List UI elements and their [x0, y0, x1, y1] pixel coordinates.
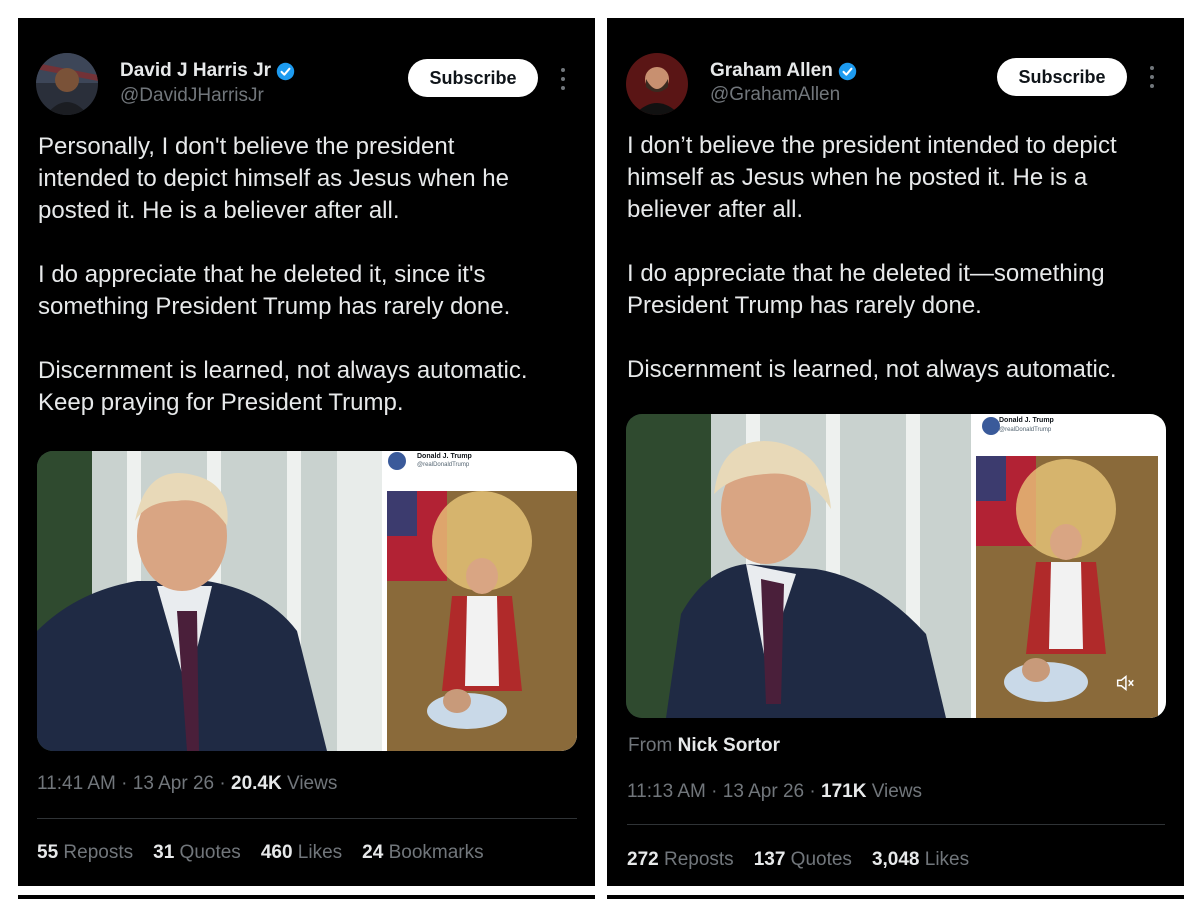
likes-stat[interactable]: 3,048 Likes: [872, 849, 969, 871]
tweet-metadata: 11:13 AM · 13 Apr 26 · 171K Views: [627, 781, 923, 802]
tweet-line: Discernment is learned, not always autom…: [38, 357, 528, 384]
views-label: Views: [286, 773, 338, 794]
media-attribution: From Nick Sortor: [628, 735, 780, 757]
more-options-icon[interactable]: [559, 68, 567, 90]
likes-label: Likes: [924, 849, 970, 870]
engagement-stats: 55 Reposts 31 Quotes 460 Likes 24 Bookma…: [37, 842, 484, 864]
display-name-text: David J Harris Jr: [120, 60, 272, 81]
tweet-line: [627, 226, 1117, 258]
tweet-line: posted it. He is a believer after all.: [38, 197, 400, 224]
tweet-body: I don’t believe the president intended t…: [627, 130, 1117, 386]
tweet-line: President Trump has rarely done.: [627, 292, 982, 319]
subscribe-button[interactable]: Subscribe: [997, 58, 1127, 96]
reposts-label: Reposts: [663, 849, 734, 870]
tweet-time[interactable]: 11:41 AM: [37, 773, 116, 794]
reposts-stat[interactable]: 272 Reposts: [627, 849, 734, 871]
tweet-line: himself as Jesus when he posted it. He i…: [627, 164, 1088, 191]
likes-count: 460: [260, 842, 293, 863]
tweet-line: Personally, I don't believe the presiden…: [38, 133, 455, 160]
tweet-body: Personally, I don't believe the presiden…: [38, 131, 528, 419]
tweet-line: [38, 323, 528, 355]
reposts-stat[interactable]: 55 Reposts: [37, 842, 133, 864]
user-handle[interactable]: @GrahamAllen: [710, 84, 840, 106]
engagement-stats: 272 Reposts 137 Quotes 3,048 Likes: [627, 849, 969, 871]
video-media[interactable]: Donald J. Trump @realDonaldTrump: [37, 451, 577, 751]
video-media[interactable]: Donald J. Trump @realDonaldTrump: [626, 414, 1166, 718]
likes-stat[interactable]: 460 Likes: [261, 842, 342, 864]
tweet-line: something President Trump has rarely don…: [38, 293, 511, 320]
from-name[interactable]: Nick Sortor: [678, 735, 780, 756]
verified-badge-icon: [838, 62, 857, 80]
more-options-icon[interactable]: [1148, 66, 1156, 88]
views-count: 20.4K: [231, 773, 282, 794]
views-label: Views: [871, 781, 923, 802]
tweet-time[interactable]: 11:13 AM: [627, 781, 706, 802]
subscribe-button[interactable]: Subscribe: [408, 59, 538, 97]
tweet-line: believer after all.: [627, 196, 804, 223]
tweet-metadata: 11:41 AM · 13 Apr 26 · 20.4K Views: [37, 773, 338, 794]
tweet-line: I do appreciate that he deleted it—somet…: [627, 260, 1105, 287]
quotes-stat[interactable]: 31 Quotes: [153, 842, 241, 864]
tweet-date[interactable]: 13 Apr 26: [723, 781, 804, 802]
divider: [37, 818, 577, 819]
tweet-card-right: Graham Allen @GrahamAllen Subscribe I do…: [607, 18, 1184, 886]
views-count: 171K: [821, 781, 867, 802]
display-name-text: Graham Allen: [710, 60, 833, 81]
mute-icon[interactable]: [1114, 672, 1136, 694]
display-name[interactable]: Graham Allen: [710, 60, 857, 82]
bookmarks-label: Bookmarks: [388, 842, 484, 863]
avatar[interactable]: [626, 53, 688, 115]
embedded-post-handle: @realDonaldTrump: [999, 427, 1052, 433]
embedded-post-name: Donald J. Trump: [417, 453, 472, 460]
tweet-line: intended to depict himself as Jesus when…: [38, 165, 509, 192]
avatar[interactable]: [36, 53, 98, 115]
divider: [18, 895, 595, 899]
tweet-line: Discernment is learned, not always autom…: [627, 356, 1117, 383]
verified-badge-icon: [276, 62, 295, 80]
tweet-line: I don’t believe the president intended t…: [627, 132, 1117, 159]
quotes-label: Quotes: [790, 849, 852, 870]
quotes-stat[interactable]: 137 Quotes: [754, 849, 852, 871]
reposts-label: Reposts: [63, 842, 134, 863]
tweet-line: [38, 227, 528, 259]
likes-label: Likes: [297, 842, 343, 863]
embedded-post-handle: @realDonaldTrump: [417, 462, 470, 468]
quotes-count: 137: [753, 849, 786, 870]
tweet-line: I do appreciate that he deleted it, sinc…: [38, 261, 486, 288]
bookmarks-count: 24: [362, 842, 384, 863]
tweet-line: Keep praying for President Trump.: [38, 389, 404, 416]
user-handle[interactable]: @DavidJHarrisJr: [120, 85, 264, 107]
display-name[interactable]: David J Harris Jr: [120, 60, 295, 82]
tweet-date[interactable]: 13 Apr 26: [133, 773, 214, 794]
divider: [607, 895, 1184, 899]
embedded-post-name: Donald J. Trump: [999, 417, 1054, 424]
quotes-count: 31: [153, 842, 175, 863]
tweet-line: [627, 322, 1117, 354]
reposts-count: 272: [627, 849, 659, 870]
reposts-count: 55: [37, 842, 59, 863]
divider: [627, 824, 1165, 825]
likes-count: 3,048: [871, 849, 920, 870]
tweet-card-left: David J Harris Jr @DavidJHarrisJr Subscr…: [18, 18, 595, 886]
from-label: From: [628, 735, 673, 756]
quotes-label: Quotes: [179, 842, 241, 863]
bookmarks-stat[interactable]: 24 Bookmarks: [362, 842, 483, 864]
